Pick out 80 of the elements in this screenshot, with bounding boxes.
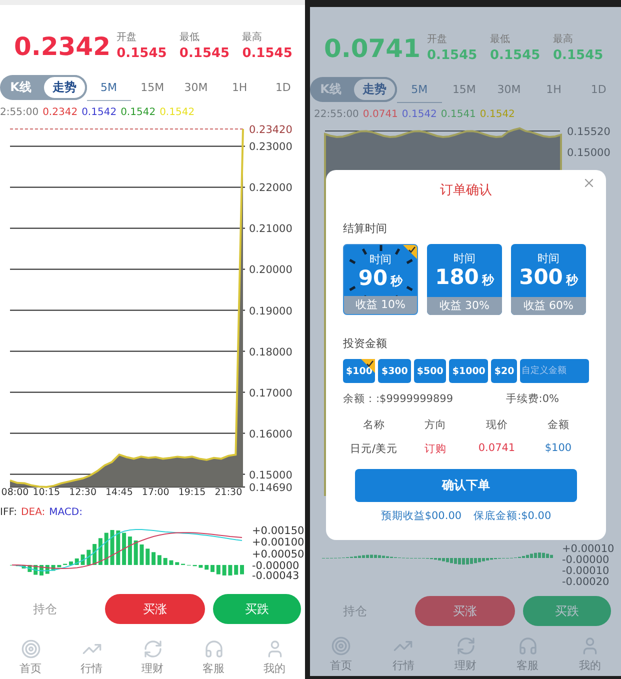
column-header: 现价: [484, 418, 509, 432]
axis-tick-label: 14:45: [106, 487, 133, 498]
table-cell-text: 0.0741: [477, 442, 516, 456]
stat-label: 开盘: [427, 33, 448, 46]
table-cell-text: $100: [544, 442, 573, 456]
axis-tick-label: 10:15: [32, 487, 60, 498]
stat-label: 开盘: [116, 31, 138, 44]
fee-text: 手续费:0%: [506, 392, 559, 406]
column-header: 金额: [546, 418, 570, 432]
axis-tick-label: 0.14690: [249, 482, 292, 494]
stat-value: 0.1545: [179, 46, 231, 63]
section-label: 投资金额: [343, 336, 388, 351]
stat-value: 0.1545: [553, 48, 604, 65]
stat-label: 最低: [490, 33, 511, 46]
axis-tick-label: 0.15000: [249, 469, 292, 482]
axis-tick-label: 0.23420: [249, 124, 292, 136]
axis-tick-label: 17:00: [142, 487, 170, 498]
axis-tick-label: +0.00150: [252, 525, 304, 537]
quote-value: 0.1541: [440, 109, 476, 122]
axis-tick-label: -0.00000: [252, 560, 300, 572]
balance-text: 余额：:$9999999899: [343, 392, 454, 406]
quote-value: 2:55:00: [0, 107, 39, 120]
axis-tick-label: +0.00050: [252, 548, 304, 560]
axis-tick-label: 0.21000: [249, 223, 292, 236]
current-price: 0.2342: [14, 32, 112, 63]
stat-value: 0.1545: [427, 48, 478, 65]
quote-value: 0.1542: [82, 107, 117, 120]
macd-legend-label: DEA:: [21, 507, 46, 520]
column-header: 名称: [362, 418, 386, 432]
axis-tick-label: -0.00010: [562, 565, 610, 577]
axis-tick-label: 19:15: [178, 487, 206, 498]
column-header: 方向: [423, 418, 448, 432]
axis-tick-label: -0.00043: [252, 570, 300, 582]
stat-value: 0.1545: [242, 46, 294, 63]
axis-tick-label: 12:30: [69, 487, 96, 498]
table-cell-text: 订购: [423, 442, 448, 456]
table-cell-text: 日元/美元: [348, 442, 399, 456]
duration-caption: 时间: [538, 251, 560, 266]
quote-value: 0.2342: [42, 107, 78, 120]
expected-profit-text: 预期收益$00.00: [380, 509, 462, 523]
quote-value: 0.1542: [480, 109, 515, 122]
quote-value: 0.1542: [160, 107, 195, 120]
macd-legend-label: MACD:: [49, 507, 82, 520]
stat-value: 0.1545: [116, 46, 168, 63]
axis-tick-label: 0.23000: [249, 141, 292, 154]
stat-label: 最高: [242, 30, 264, 44]
axis-tick-label: 21:30: [214, 487, 242, 498]
axis-tick-label: 0.18000: [249, 346, 292, 358]
dialog-title: 订单确认: [440, 182, 492, 199]
axis-tick-label: 08:00: [1, 487, 29, 498]
axis-tick-label: 0.22000: [249, 182, 292, 194]
profit-rate: 收益 30%: [427, 297, 502, 315]
duration-value: 90 秒: [358, 266, 403, 290]
axis-tick-label: +0.00010: [562, 543, 614, 555]
duration-value: 180 秒: [435, 265, 494, 289]
guaranteed-amount-text: 保底金额:$0.00: [474, 509, 552, 523]
section-label: 结算时间: [343, 221, 388, 236]
profit-rate: 收益 60%: [511, 297, 586, 315]
axis-tick-label: -0.00000: [562, 554, 610, 566]
stat-label: 最低: [179, 31, 200, 44]
axis-tick-label: 0.17000: [249, 387, 292, 400]
axis-tick-label: 0.15000: [567, 147, 610, 159]
duration-value: 300 秒: [519, 265, 578, 289]
axis-tick-label: +0.00100: [252, 536, 304, 549]
quote-value: 0.0741: [362, 109, 398, 122]
axis-tick-label: 0.15520: [567, 126, 610, 138]
profit-rate: 收益 10%: [344, 296, 417, 314]
axis-tick-label: 0.20000: [249, 264, 292, 276]
quote-value: 22:55:00: [314, 109, 359, 122]
axis-tick-label: 0.19000: [249, 305, 292, 318]
macd-legend-label: IFF:: [0, 507, 18, 520]
axis-tick-label: -0.00020: [562, 576, 610, 588]
duration-caption: 时间: [454, 251, 476, 266]
duration-caption: 时间: [370, 252, 392, 267]
current-price: 0.0741: [324, 34, 422, 65]
quote-value: 0.1542: [402, 109, 437, 122]
quote-value: 0.1542: [120, 107, 156, 120]
stat-value: 0.1545: [490, 48, 542, 65]
stat-label: 最高: [553, 32, 574, 46]
axis-tick-label: 0.16000: [249, 428, 292, 440]
